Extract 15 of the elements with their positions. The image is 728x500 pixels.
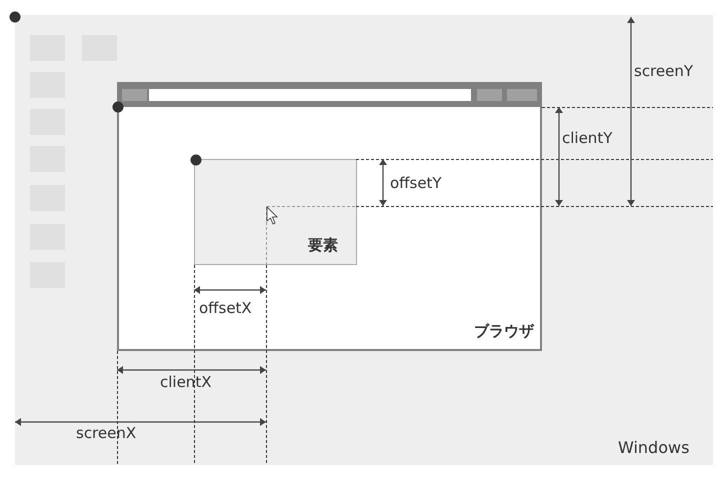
element-label: 要素 bbox=[308, 236, 338, 254]
measure-label: screenY bbox=[634, 62, 694, 80]
origin-dot bbox=[10, 12, 20, 22]
dimension-arrow bbox=[379, 159, 387, 206]
measure-label: offsetY bbox=[390, 174, 442, 192]
origin-dot bbox=[190, 154, 202, 166]
browser-label: ブラウザ bbox=[474, 322, 534, 340]
measure-label: clientX bbox=[160, 373, 212, 391]
cursor-icon bbox=[266, 206, 278, 225]
measure-label: offsetX bbox=[199, 299, 252, 317]
origin-dot bbox=[112, 102, 124, 112]
dimension-arrow bbox=[194, 286, 266, 294]
measure-label: clientY bbox=[562, 129, 612, 147]
desktop-label: Windows bbox=[618, 438, 690, 458]
measure-label: screenX bbox=[76, 424, 136, 442]
